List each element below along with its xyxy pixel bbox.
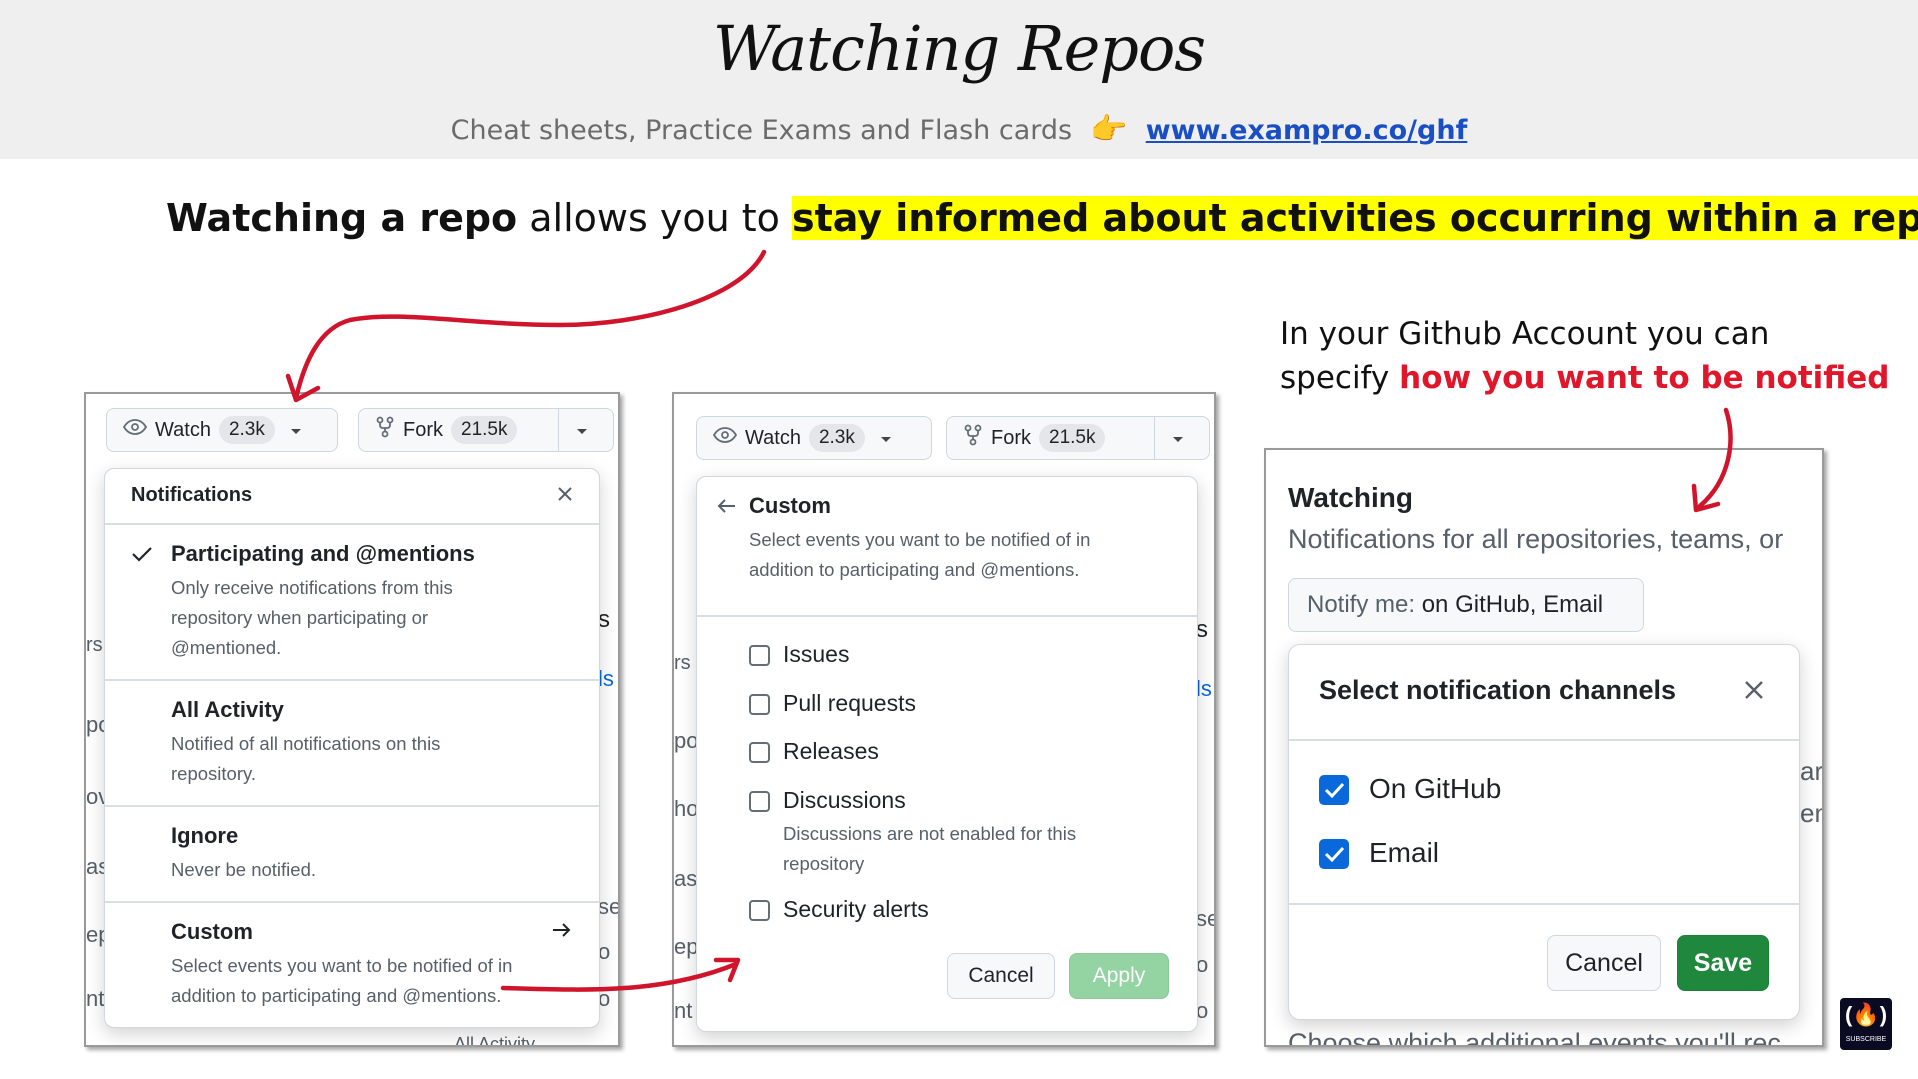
- arrow-note-to-watching: [1697, 407, 1733, 509]
- subscribe-label: SUBSCRIBE: [1845, 1036, 1887, 1043]
- subscribe-badge[interactable]: (🔥) SUBSCRIBE: [1840, 998, 1892, 1050]
- flame-logo-icon: (🔥): [1844, 1002, 1888, 1027]
- arrow-headline-to-watch: [293, 249, 767, 401]
- arrow-custom-to-panel2: [500, 961, 739, 992]
- annotation-arrows: [285, 249, 1733, 992]
